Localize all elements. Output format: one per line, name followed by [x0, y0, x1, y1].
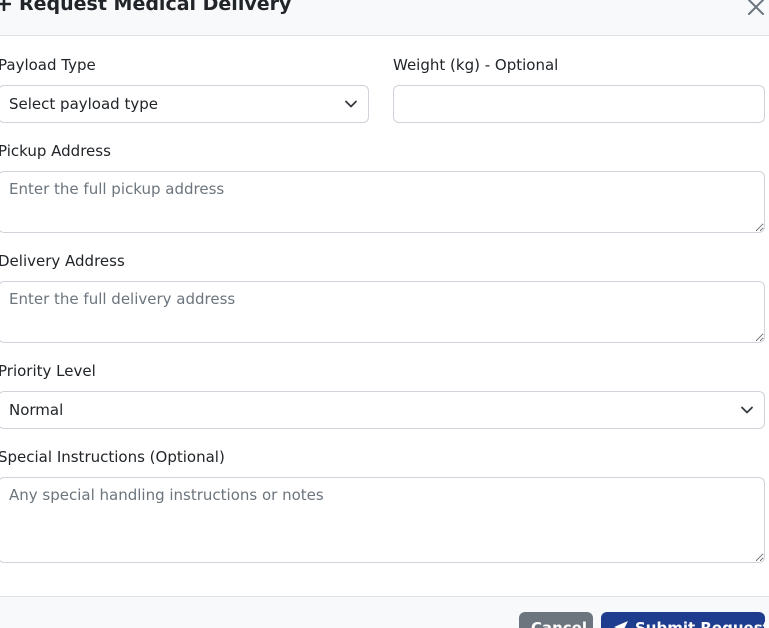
submit-button-label: Submit Request [635, 619, 765, 628]
payload-type-select[interactable]: Select payload type [0, 85, 369, 123]
priority-level-value: Normal [9, 401, 64, 419]
special-instructions-textarea[interactable] [0, 477, 765, 563]
chevron-down-icon [741, 406, 753, 414]
priority-level-label: Priority Level [0, 362, 96, 380]
modal-title: Request Medical Delivery [0, 0, 291, 15]
payload-type-value: Select payload type [9, 95, 158, 113]
send-icon [614, 621, 628, 628]
delivery-address-textarea[interactable] [0, 281, 765, 343]
plus-icon [0, 0, 11, 11]
cancel-button[interactable]: Cancel [519, 612, 593, 628]
modal-title-text: Request Medical Delivery [19, 0, 292, 15]
close-icon [748, 0, 764, 15]
payload-type-label: Payload Type [0, 56, 96, 74]
cancel-button-label: Cancel [531, 619, 588, 628]
pickup-address-textarea[interactable] [0, 171, 765, 233]
modal-header: Request Medical Delivery [0, 0, 769, 36]
close-button[interactable] [745, 0, 767, 18]
priority-level-select[interactable]: Normal [0, 391, 765, 429]
submit-request-button[interactable]: Submit Request [601, 612, 765, 628]
weight-input[interactable] [393, 85, 765, 123]
special-instructions-label: Special Instructions (Optional) [0, 448, 225, 466]
chevron-down-icon [345, 100, 357, 108]
request-delivery-modal: Request Medical Delivery Payload Type Se… [0, 0, 769, 628]
pickup-address-label: Pickup Address [0, 142, 111, 160]
delivery-address-label: Delivery Address [0, 252, 125, 270]
weight-label: Weight (kg) - Optional [393, 56, 559, 74]
